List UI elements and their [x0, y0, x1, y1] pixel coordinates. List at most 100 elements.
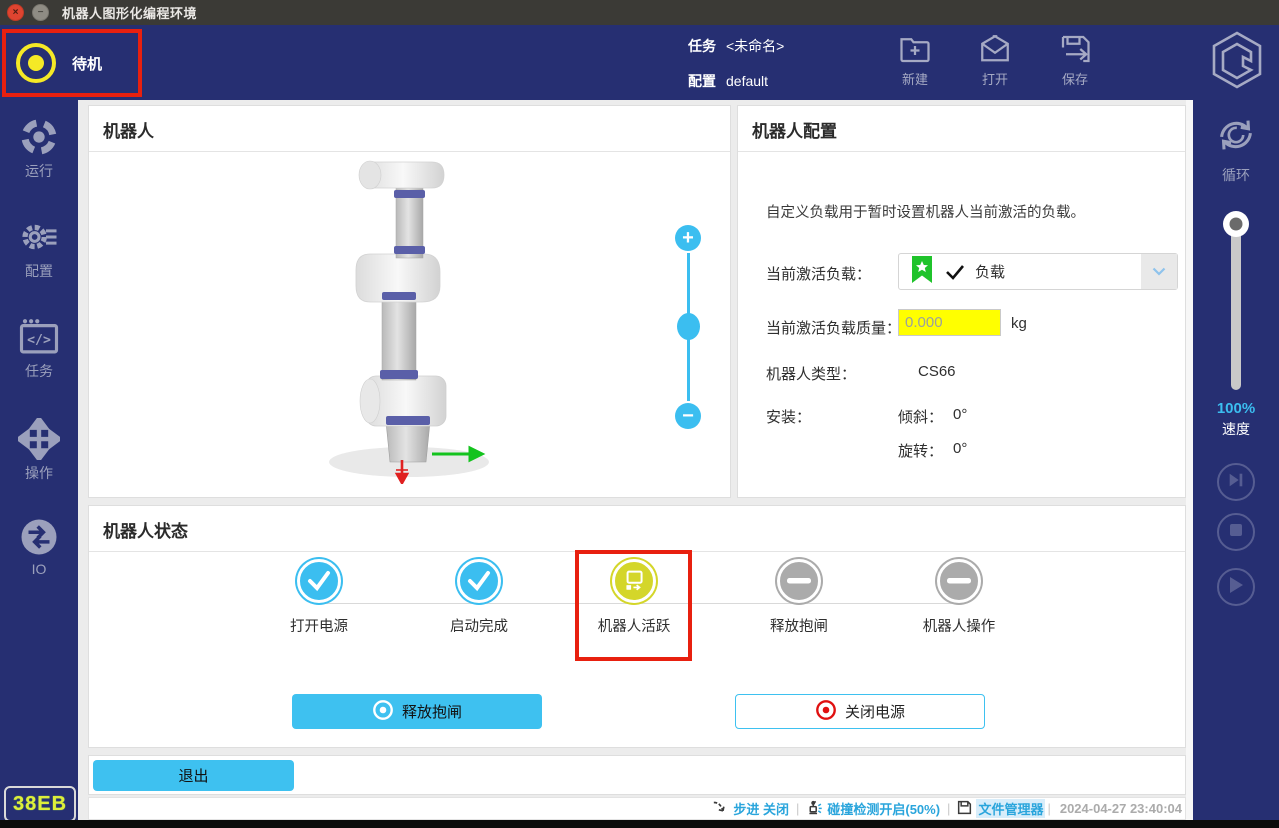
exit-label: 退出 [178, 765, 208, 786]
check-icon [945, 264, 965, 280]
file-manager-icon [957, 800, 972, 818]
step-forward-button[interactable] [1217, 463, 1255, 501]
separator: | [947, 801, 950, 816]
step-robot-operate-label: 机器人操作 [899, 615, 1019, 636]
step-startup-complete-label: 启动完成 [419, 615, 539, 636]
sidebar-gap [1186, 100, 1193, 820]
sidebar-task-label: 任务 [0, 361, 78, 381]
save-task-button[interactable]: 保存 [1040, 31, 1110, 88]
robot-type-value: CS66 [918, 363, 956, 380]
sidebar-item-config[interactable]: 配置 [0, 216, 78, 281]
standby-status-label: 待机 [72, 53, 102, 74]
speed-label: 速度 [1193, 419, 1279, 439]
right-sidebar: 循环 100% 速度 [1193, 100, 1279, 820]
step-done-icon [297, 559, 341, 603]
code-window-icon: </> [0, 316, 78, 358]
divider [89, 551, 1185, 552]
bottom-strip [0, 820, 1279, 828]
new-task-button[interactable]: 新建 [880, 31, 950, 88]
zoom-slider-knob[interactable] [677, 313, 700, 340]
step-mode-status[interactable]: 步进 关闭 [712, 799, 789, 818]
exit-button[interactable]: 退出 [93, 760, 294, 791]
divider [89, 151, 730, 152]
run-icon [0, 116, 78, 158]
open-task-label: 打开 [960, 69, 1030, 88]
task-label: 任务 [688, 38, 716, 54]
zoom-out-button[interactable]: − [675, 403, 701, 429]
robot-panel-title: 机器人 [89, 106, 730, 151]
save-icon [1040, 31, 1110, 67]
robot-3d-view[interactable] [274, 154, 534, 489]
robot-active-icon [612, 559, 656, 603]
speed-readout: 100% 速度 [1193, 400, 1279, 439]
robot-mode-indicator-highlight[interactable]: 待机 [2, 29, 142, 97]
rotate-label: 旋转： [898, 440, 943, 461]
release-brake-button[interactable]: 释放抱闸 [292, 694, 542, 729]
sidebar-item-operate[interactable]: 操作 [0, 418, 78, 483]
rotate-value: 0° [953, 440, 967, 457]
stop-icon [1228, 522, 1244, 543]
clock-timestamp: 2024-04-27 23:40:04 [1060, 801, 1182, 816]
zoom-in-button[interactable]: + [675, 225, 701, 251]
sidebar-io-label: IO [0, 561, 78, 577]
sidebar-item-io[interactable]: IO [0, 516, 78, 577]
window-titlebar: × − 机器人图形化编程环境 [0, 0, 1279, 25]
step-forward-icon [1227, 471, 1245, 494]
step-power-on-label: 打开电源 [259, 615, 379, 636]
io-arrows-icon [0, 516, 78, 558]
loop-label: 循环 [1193, 165, 1279, 185]
step-robot-active: 机器人活跃 [574, 581, 694, 636]
save-task-label: 保存 [1040, 69, 1110, 88]
active-payload-label: 当前激活负载： [766, 263, 871, 284]
payload-mass-unit: kg [1011, 315, 1027, 332]
active-payload-dropdown[interactable]: 负载 [898, 253, 1178, 290]
play-icon [1228, 576, 1244, 599]
status-panel-title: 机器人状态 [89, 506, 1185, 551]
config-panel-title: 机器人配置 [738, 106, 1185, 151]
status-bar: 步进 关闭 | 碰撞检测开启(50%) | 文件管理器 | 2024-04-27… [88, 797, 1186, 820]
sidebar-item-run[interactable]: 运行 [0, 116, 78, 181]
robot-type-label: 机器人类型： [766, 363, 856, 384]
header-actions: 新建 打开 保存 [880, 31, 1110, 88]
power-off-icon [815, 699, 837, 725]
window-minimize-button[interactable]: − [32, 4, 49, 21]
separator: | [796, 801, 799, 816]
collision-icon [806, 799, 823, 819]
robot-serial-text: 38EB [13, 793, 67, 816]
robot-status-panel: 机器人状态 打开电源 启动完成 机器人活跃 释放抱闸 [88, 505, 1186, 748]
speed-slider-knob[interactable] [1223, 211, 1249, 237]
brand-logo-icon [1207, 28, 1267, 97]
step-done-icon [457, 559, 501, 603]
gear-icon [0, 216, 78, 258]
open-task-button[interactable]: 打开 [960, 31, 1030, 88]
bookmark-icon [911, 255, 933, 289]
robot-serial-badge: 38EB [4, 786, 76, 822]
collision-detect-status[interactable]: 碰撞检测开启(50%) [806, 799, 940, 819]
sidebar-item-task[interactable]: </> 任务 [0, 316, 78, 381]
speed-slider-track[interactable] [1231, 224, 1241, 390]
mount-label: 安装： [766, 406, 811, 427]
step-mode-label: 步进 关闭 [733, 799, 789, 818]
stop-button[interactable] [1217, 513, 1255, 551]
active-payload-value: 负载 [975, 261, 1005, 282]
new-task-label: 新建 [880, 69, 950, 88]
sidebar-operate-label: 操作 [0, 463, 78, 483]
power-off-button[interactable]: 关闭电源 [735, 694, 985, 729]
robot-config-panel: 机器人配置 自定义负载用于暂时设置机器人当前激活的负载。 当前激活负载： 负载 … [737, 105, 1186, 498]
exit-panel: 退出 [88, 755, 1186, 795]
sidebar-config-label: 配置 [0, 261, 78, 281]
new-folder-icon [880, 31, 950, 67]
file-manager-link[interactable]: 文件管理器 [957, 799, 1045, 818]
play-button[interactable] [1217, 568, 1255, 606]
release-brake-label: 释放抱闸 [402, 701, 462, 722]
window-close-button[interactable]: × [7, 4, 24, 21]
step-release-brake: 释放抱闸 [739, 581, 859, 636]
payload-mass-input[interactable] [898, 309, 1001, 336]
file-manager-label: 文件管理器 [976, 799, 1045, 818]
power-target-icon [372, 699, 394, 725]
chevron-down-icon[interactable] [1141, 254, 1177, 289]
divider [738, 151, 1185, 152]
config-row: 配置default [688, 71, 768, 91]
task-row: 任务<未命名> [688, 36, 784, 56]
loop-toggle[interactable]: 循环 [1193, 112, 1279, 185]
